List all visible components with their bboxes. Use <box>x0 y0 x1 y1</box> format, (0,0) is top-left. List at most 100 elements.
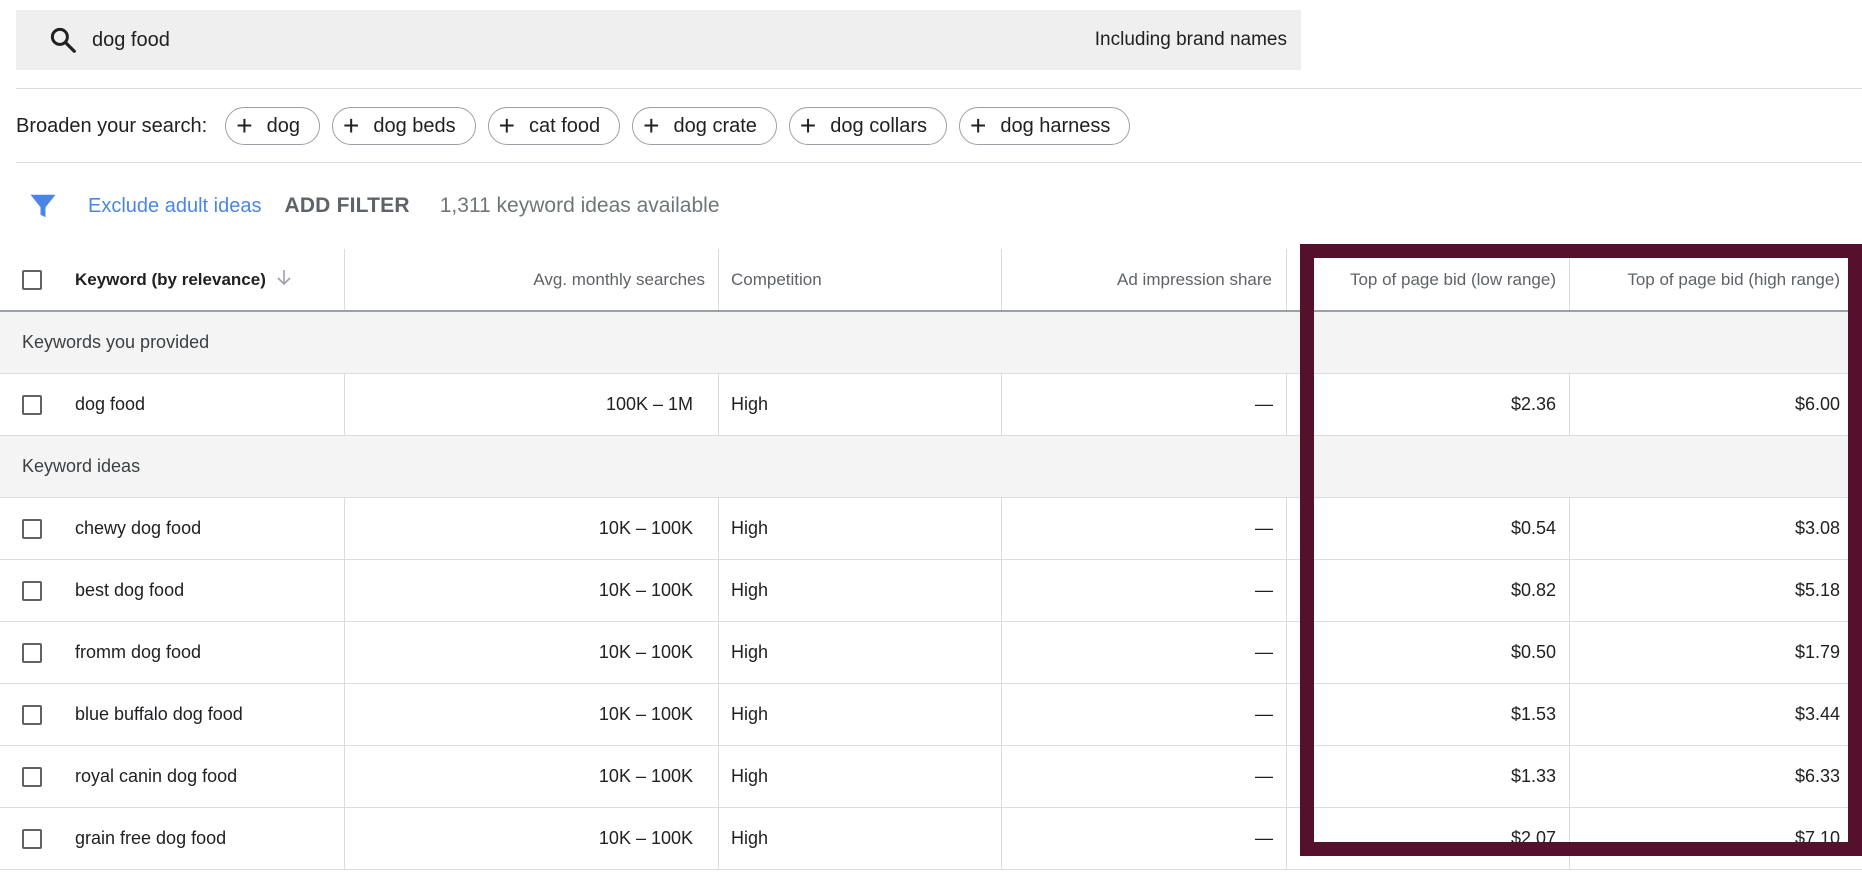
searches-cell: 10K – 100K <box>598 766 693 786</box>
impression-cell: — <box>1255 828 1273 848</box>
bid-low-cell: $0.54 <box>1510 518 1556 538</box>
chip-label: cat food <box>528 114 601 137</box>
column-divider <box>1286 560 1287 621</box>
competition-cell: High <box>731 828 769 848</box>
impression-cell: — <box>1255 394 1273 414</box>
bid-high-cell: $6.00 <box>1794 394 1840 414</box>
competition-cell: High <box>731 642 769 662</box>
broaden-chip-cat-food[interactable]: + cat food <box>487 107 621 145</box>
select-all-checkbox[interactable] <box>22 269 42 290</box>
searches-cell: 10K – 100K <box>598 580 693 600</box>
header-avg-monthly-searches[interactable]: Avg. monthly searches <box>345 249 705 310</box>
bid-high-cell: $6.33 <box>1794 766 1840 786</box>
plus-icon: + <box>969 110 987 141</box>
column-divider <box>718 746 719 807</box>
broaden-chip-dog-harness[interactable]: + dog harness <box>958 107 1131 145</box>
row-checkbox[interactable] <box>22 766 42 787</box>
brand-names-toggle[interactable]: Including brand names <box>1095 29 1287 51</box>
bid-high-cell: $3.08 <box>1794 518 1840 538</box>
header-bid-low[interactable]: Top of page bid (low range) <box>1290 249 1556 310</box>
table-row[interactable]: grain free dog food 10K – 100K High — $2.07 $… <box>0 808 1862 870</box>
table-row[interactable]: best dog food 10K – 100K High — $0.82 $5.18 <box>0 560 1862 622</box>
group-label: Keyword ideas <box>22 456 141 476</box>
column-divider <box>718 249 719 310</box>
column-divider <box>1286 249 1287 310</box>
add-filter-button[interactable]: ADD FILTER <box>284 194 409 218</box>
keyword-cell: grain free dog food <box>75 828 227 848</box>
broaden-chip-dog-crate[interactable]: + dog crate <box>632 107 777 145</box>
bid-low-cell: $1.53 <box>1510 704 1556 724</box>
broaden-search: Broaden your search: + dog + dog beds + cat… <box>16 106 1142 146</box>
competition-cell: High <box>731 518 769 538</box>
group-label: Keywords you provided <box>22 332 210 352</box>
filter-row: Exclude adult ideas ADD FILTER 1,311 key… <box>28 186 720 226</box>
row-checkbox[interactable] <box>22 828 42 849</box>
divider <box>16 88 1862 89</box>
table-header: Keyword (by relevance) Avg. monthly sear… <box>0 249 1862 312</box>
column-divider <box>1286 684 1287 745</box>
column-divider <box>718 622 719 683</box>
competition-cell: High <box>731 394 769 414</box>
table-row[interactable]: chewy dog food 10K – 100K High — $0.54 $3.08 <box>0 498 1862 560</box>
broaden-chip-dog[interactable]: + dog <box>225 107 320 145</box>
bid-low-cell: $0.82 <box>1510 580 1556 600</box>
chip-label: dog crate <box>673 114 757 137</box>
search-icon <box>46 23 80 57</box>
table-row[interactable]: blue buffalo dog food 10K – 100K High — $1.5… <box>0 684 1862 746</box>
plus-icon: + <box>643 110 660 141</box>
exclude-adult-ideas-link[interactable]: Exclude adult ideas <box>88 195 261 218</box>
broaden-chip-dog-beds[interactable]: + dog beds <box>331 107 476 145</box>
broaden-chip-dog-collars[interactable]: + dog collars <box>788 107 947 145</box>
header-keyword[interactable]: Keyword (by relevance) <box>75 249 345 310</box>
bid-low-cell: $1.33 <box>1510 766 1556 786</box>
column-divider <box>718 684 719 745</box>
table-row[interactable]: dog food 100K – 1M High — $2.36 $6.00 <box>0 374 1862 436</box>
keyword-cell: dog food <box>75 394 146 414</box>
searches-cell: 100K – 1M <box>605 394 693 414</box>
broaden-label: Broaden your search: <box>16 114 208 137</box>
searches-cell: 10K – 100K <box>598 704 693 724</box>
bid-low-cell: $2.07 <box>1510 828 1556 848</box>
plus-icon: + <box>498 110 515 141</box>
row-checkbox[interactable] <box>22 518 42 539</box>
filter-icon[interactable] <box>28 191 58 221</box>
competition-cell: High <box>731 766 769 786</box>
keyword-cell: best dog food <box>75 580 185 600</box>
impression-cell: — <box>1255 766 1273 786</box>
bid-high-cell: $1.79 <box>1794 642 1840 662</box>
competition-cell: High <box>731 580 769 600</box>
table-row[interactable]: royal canin dog food 10K – 100K High — $1.33… <box>0 746 1862 808</box>
row-checkbox[interactable] <box>22 704 42 725</box>
bid-high-cell: $7.10 <box>1794 828 1840 848</box>
bid-high-cell: $3.44 <box>1794 704 1840 724</box>
column-divider <box>1286 622 1287 683</box>
impression-cell: — <box>1255 580 1273 600</box>
column-divider <box>1286 808 1287 869</box>
row-checkbox[interactable] <box>22 580 42 601</box>
row-checkbox[interactable] <box>22 642 42 663</box>
group-row-ideas: Keyword ideas <box>0 436 1862 498</box>
searches-cell: 10K – 100K <box>598 642 693 662</box>
table-row[interactable]: fromm dog food 10K – 100K High — $0.50 $1.79 <box>0 622 1862 684</box>
plus-icon: + <box>236 110 253 141</box>
column-divider <box>1286 746 1287 807</box>
chip-label: dog <box>266 114 300 137</box>
keyword-cell: fromm dog food <box>75 642 202 662</box>
header-ad-impression-share[interactable]: Ad impression share <box>1002 249 1272 310</box>
header-bid-high[interactable]: Top of page bid (high range) <box>1570 249 1840 310</box>
header-keyword-label: Keyword (by relevance) <box>75 269 266 289</box>
sort-arrow-down-icon[interactable] <box>276 268 292 291</box>
bid-low-cell: $2.36 <box>1510 394 1556 414</box>
search-query[interactable]: dog food <box>92 29 170 52</box>
bid-low-cell: $0.50 <box>1510 642 1556 662</box>
header-competition[interactable]: Competition <box>731 249 991 310</box>
row-checkbox[interactable] <box>22 394 42 415</box>
impression-cell: — <box>1255 518 1273 538</box>
search-bar[interactable]: dog food Including brand names <box>16 10 1301 70</box>
impression-cell: — <box>1255 642 1273 662</box>
column-divider <box>718 560 719 621</box>
plus-icon: + <box>799 110 817 141</box>
ideas-available-count: 1,311 keyword ideas available <box>439 194 720 217</box>
column-divider <box>1286 498 1287 559</box>
group-row-provided: Keywords you provided <box>0 312 1862 374</box>
